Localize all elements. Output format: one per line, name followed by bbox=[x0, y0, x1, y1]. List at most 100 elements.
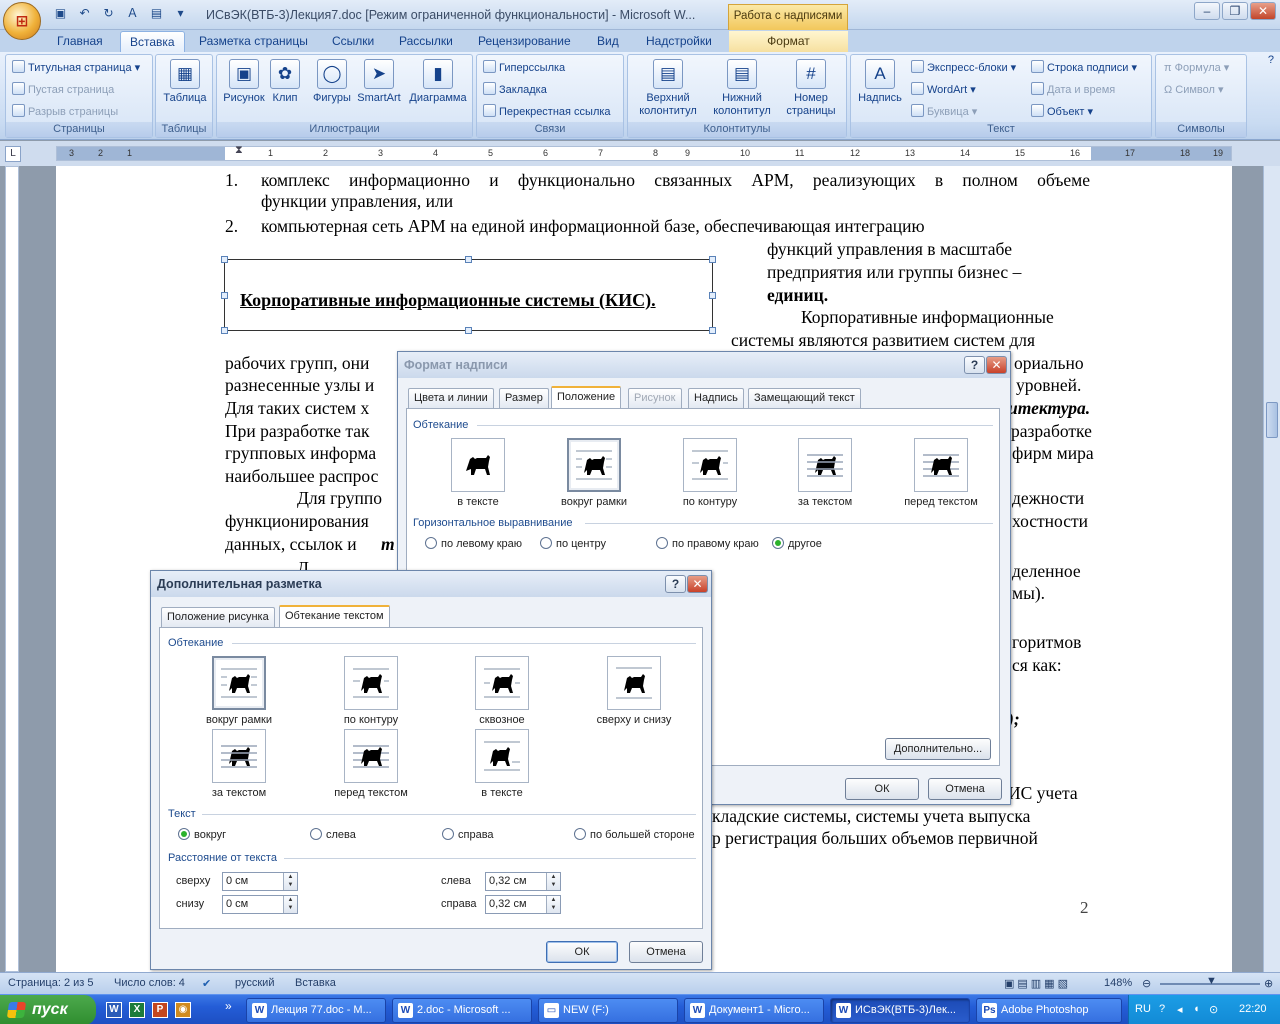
text-largest-side-radio[interactable]: по большей стороне bbox=[574, 828, 695, 841]
symbol-button[interactable]: Ω Символ ▾ bbox=[1164, 80, 1224, 100]
bookmark-button[interactable]: Закладка bbox=[483, 80, 547, 100]
dropcap-button[interactable]: Буквица ▾ bbox=[911, 102, 977, 122]
close-button[interactable]: ✕ bbox=[1250, 2, 1276, 20]
page-count-status[interactable]: Страница: 2 из 5 bbox=[8, 977, 94, 989]
tab-size[interactable]: Размер bbox=[499, 388, 549, 408]
halign-center-radio[interactable]: по центру bbox=[540, 537, 606, 550]
taskbar-button-active[interactable]: W ИСвЭК(ВТБ-3)Лек... bbox=[830, 998, 970, 1023]
word-quicklaunch-icon[interactable]: W bbox=[106, 1002, 122, 1018]
more-layout-button[interactable]: Дополнительно... bbox=[885, 738, 991, 760]
resize-handle[interactable] bbox=[221, 327, 228, 334]
format-cancel-button[interactable]: Отмена bbox=[928, 778, 1002, 800]
zoom-thumb-icon[interactable]: ▼ bbox=[1206, 975, 1217, 987]
wrap-top-bottom-option[interactable] bbox=[607, 656, 661, 710]
wrap-square-option[interactable] bbox=[212, 656, 266, 710]
tab-page-layout[interactable]: Разметка страницы bbox=[190, 31, 317, 52]
wrap-behind-option[interactable] bbox=[212, 729, 266, 783]
resize-handle[interactable] bbox=[709, 292, 716, 299]
distance-top-spinner[interactable]: 0 см ▲ ▼ bbox=[222, 872, 298, 891]
tab-format[interactable]: Формат bbox=[729, 31, 848, 52]
spinner-arrows-icon[interactable]: ▲ ▼ bbox=[283, 896, 297, 913]
cross-reference-button[interactable]: Перекрестная ссылка bbox=[483, 102, 611, 122]
halign-right-radio[interactable]: по правому краю bbox=[656, 537, 759, 550]
spinner-arrows-icon[interactable]: ▲ ▼ bbox=[546, 896, 560, 913]
office-button[interactable]: ⊞ bbox=[3, 2, 41, 40]
spinner-arrows-icon[interactable]: ▲ ▼ bbox=[546, 873, 560, 890]
smartart-button[interactable]: ➤ SmartArt bbox=[351, 59, 407, 105]
table-button[interactable]: ▦ Таблица bbox=[156, 59, 214, 105]
zoom-out-icon[interactable]: ⊖ bbox=[1142, 977, 1151, 990]
minimize-button[interactable]: – bbox=[1194, 2, 1220, 20]
quick-print-icon[interactable]: ▤ bbox=[148, 5, 165, 22]
text-left-radio[interactable]: слева bbox=[310, 828, 356, 841]
tray-arrow-icon[interactable]: ◂ bbox=[1177, 1003, 1183, 1016]
wrap-square-option[interactable] bbox=[567, 438, 621, 492]
tab-review[interactable]: Рецензирование bbox=[469, 31, 580, 52]
taskbar-button[interactable]: ▭ NEW (F:) bbox=[538, 998, 678, 1023]
wrap-inline-option[interactable] bbox=[451, 438, 505, 492]
outlook-quicklaunch-icon[interactable]: ◉ bbox=[175, 1002, 191, 1018]
textbox-button[interactable]: A Надпись bbox=[853, 59, 907, 105]
page-number-button[interactable]: # Номер страницы bbox=[778, 59, 844, 118]
page-break-button[interactable]: Разрыв страницы bbox=[12, 102, 118, 122]
wrap-inline-option[interactable] bbox=[475, 729, 529, 783]
tab-home[interactable]: Главная bbox=[48, 31, 112, 52]
wrap-behind-option[interactable] bbox=[798, 438, 852, 492]
tab-position[interactable]: Положение bbox=[551, 386, 622, 408]
tab-colors-lines[interactable]: Цвета и линии bbox=[408, 388, 494, 408]
insert-mode-status[interactable]: Вставка bbox=[295, 977, 336, 989]
help-icon[interactable]: ? bbox=[1268, 54, 1274, 66]
qat-dropdown-icon[interactable]: ▾ bbox=[172, 5, 189, 22]
tab-picture[interactable]: Рисунок bbox=[628, 388, 682, 408]
object-button[interactable]: Объект ▾ bbox=[1031, 102, 1093, 122]
resize-handle[interactable] bbox=[709, 256, 716, 263]
maximize-button[interactable]: ❐ bbox=[1222, 2, 1248, 20]
tab-picture-position[interactable]: Положение рисунка bbox=[161, 607, 275, 627]
wrap-front-option[interactable] bbox=[914, 438, 968, 492]
halign-left-radio[interactable]: по левому краю bbox=[425, 537, 522, 550]
keyboard-language[interactable]: RU bbox=[1135, 1003, 1151, 1015]
network-icon[interactable]: ⊙ bbox=[1209, 1003, 1218, 1016]
resize-handle[interactable] bbox=[465, 256, 472, 263]
halign-other-radio[interactable]: другое bbox=[772, 537, 822, 550]
redo-icon[interactable]: ↻ bbox=[100, 5, 117, 22]
word-count-status[interactable]: Число слов: 4 bbox=[114, 977, 185, 989]
dialog-close-button[interactable]: ✕ bbox=[986, 356, 1007, 374]
tab-selector[interactable]: L bbox=[5, 146, 21, 162]
scrollbar-thumb[interactable] bbox=[1266, 402, 1278, 438]
save-icon[interactable]: ▣ bbox=[52, 5, 69, 22]
start-button[interactable]: пуск bbox=[0, 995, 96, 1024]
layout-ok-button[interactable]: ОК bbox=[546, 941, 618, 963]
resize-handle[interactable] bbox=[221, 256, 228, 263]
vertical-scrollbar[interactable] bbox=[1263, 166, 1280, 972]
wordart-button[interactable]: WordArt ▾ bbox=[911, 80, 976, 100]
vertical-ruler[interactable] bbox=[5, 166, 19, 972]
quick-parts-button[interactable]: Экспресс-блоки ▾ bbox=[911, 58, 1016, 78]
spinner-arrows-icon[interactable]: ▲ ▼ bbox=[283, 873, 297, 890]
quicklaunch-more-icon[interactable]: » bbox=[225, 999, 232, 1013]
clock[interactable]: 22:20 bbox=[1239, 1003, 1267, 1015]
resize-handle[interactable] bbox=[709, 327, 716, 334]
layout-cancel-button[interactable]: Отмена bbox=[629, 941, 703, 963]
tab-insert[interactable]: Вставка bbox=[120, 31, 185, 52]
tab-references[interactable]: Ссылки bbox=[323, 31, 383, 52]
distance-bottom-spinner[interactable]: 0 см ▲ ▼ bbox=[222, 895, 298, 914]
resize-handle[interactable] bbox=[221, 292, 228, 299]
header-button[interactable]: ▤ Верхний колонтитул bbox=[630, 59, 706, 118]
zoom-in-icon[interactable]: ⊕ bbox=[1264, 977, 1273, 990]
hyperlink-button[interactable]: Гиперссылка bbox=[483, 58, 565, 78]
textbox-heading[interactable]: Корпоративные информационные системы (КИ… bbox=[240, 290, 656, 311]
clipart-button[interactable]: ✿ Клип bbox=[263, 59, 307, 105]
powerpoint-quicklaunch-icon[interactable]: P bbox=[152, 1002, 168, 1018]
format-ok-button[interactable]: ОК bbox=[845, 778, 919, 800]
taskbar-button[interactable]: Ps Adobe Photoshop bbox=[976, 998, 1122, 1023]
help-tray-icon[interactable]: ? bbox=[1159, 1003, 1165, 1015]
tab-addins[interactable]: Надстройки bbox=[637, 31, 721, 52]
text-right-radio[interactable]: справа bbox=[442, 828, 494, 841]
wrap-tight-option[interactable] bbox=[344, 656, 398, 710]
wrap-front-option[interactable] bbox=[344, 729, 398, 783]
blank-page-button[interactable]: Пустая страница bbox=[12, 80, 114, 100]
view-buttons-icon[interactable]: ▣▤▥▦▧ bbox=[1004, 977, 1071, 990]
spelling-icon[interactable]: Ａ bbox=[124, 5, 141, 22]
zoom-level[interactable]: 148% bbox=[1104, 977, 1132, 989]
